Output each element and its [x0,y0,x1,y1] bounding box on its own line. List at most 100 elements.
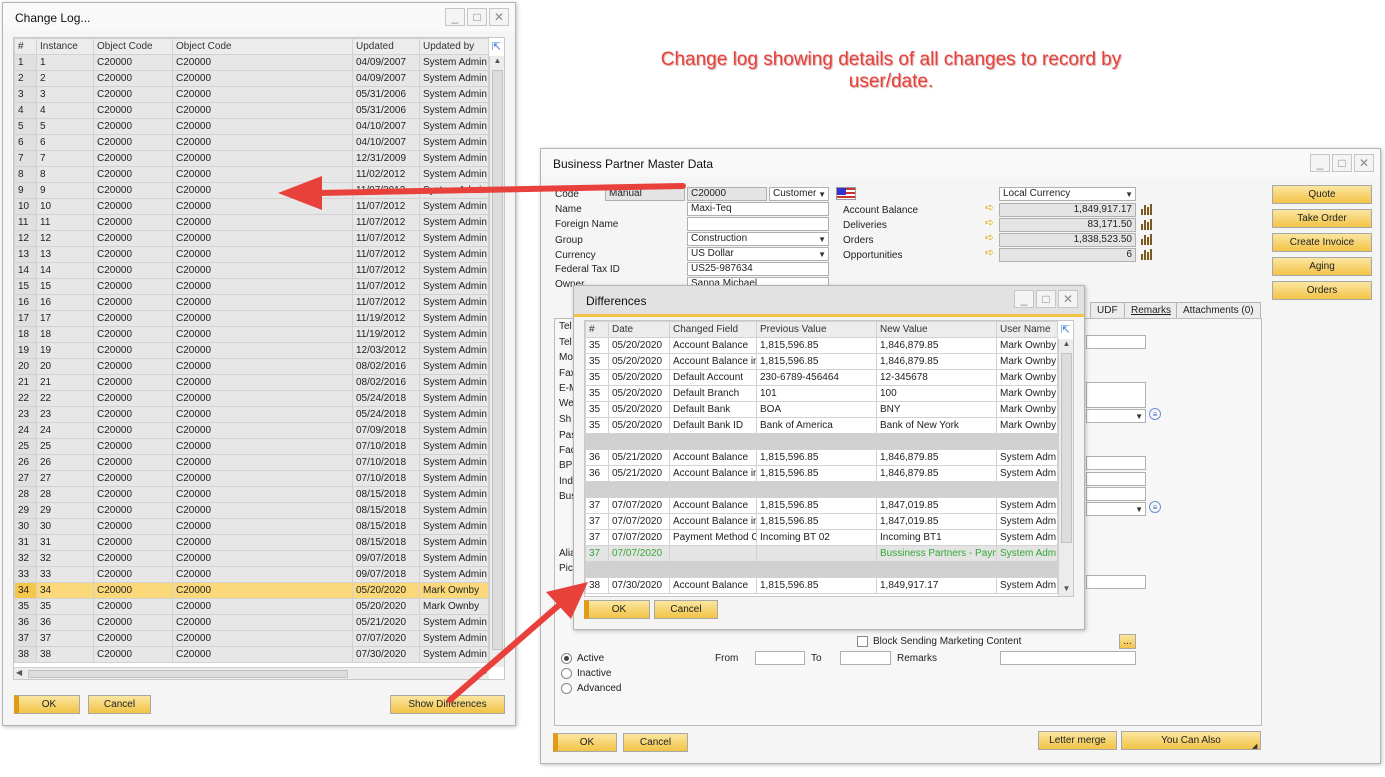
table-row[interactable]: 23 23 C20000 C20000 05/24/2018 System Admin [14,406,489,423]
close-icon[interactable]: ✕ [489,8,509,26]
name-field[interactable]: Maxi-Teq [687,202,829,216]
column-header[interactable]: Date [608,321,670,338]
chart-icon[interactable] [1141,249,1153,260]
table-row[interactable]: 27 27 C20000 C20000 07/10/2018 System Admin [14,470,489,487]
info-icon[interactable]: ≡ [1149,501,1161,513]
table-row[interactable]: 37 07/07/2020 Account Balance in 1,815,596.… [585,513,1058,530]
expand-grid-icon[interactable]: ⇱ [492,40,501,53]
change-log-hscroll[interactable]: ◀ ▶ [14,667,489,679]
minimize-icon[interactable]: _ [445,8,465,26]
column-header[interactable]: # [14,38,37,55]
column-header[interactable]: Updated [352,38,420,55]
table-row[interactable]: 37 07/07/2020 Payment Method C Incoming BT … [585,529,1058,546]
active-radio[interactable] [561,653,572,664]
table-row[interactable]: 17 17 C20000 C20000 11/19/2012 System Admin [14,310,489,327]
to-date-field[interactable] [840,651,891,665]
table-row[interactable]: 5 5 C20000 C20000 04/10/2007 System Admin [14,118,489,135]
maximize-icon[interactable]: □ [1036,290,1056,308]
table-row[interactable]: 9 9 C20000 C20000 11/07/2012 System Admin [14,182,489,199]
advanced-radio[interactable] [561,683,572,694]
column-header[interactable]: Changed Field [669,321,757,338]
differences-ok-button[interactable]: OK [584,600,650,619]
table-row[interactable]: 37 07/07/2020 Bussiness Partners - Payme Sy… [585,545,1058,562]
code-field[interactable]: C20000 [687,187,767,201]
column-header[interactable]: Object Code [93,38,173,55]
table-row[interactable]: 24 24 C20000 C20000 07/09/2018 System Admin [14,422,489,439]
table-row[interactable]: 33 33 C20000 C20000 09/07/2018 System Admin [14,566,489,583]
link-arrow-icon[interactable]: ➪ [985,216,994,229]
general-field[interactable] [1086,382,1146,408]
table-row[interactable]: 6 6 C20000 C20000 04/10/2007 System Admin [14,134,489,151]
table-row[interactable]: 35 05/20/2020 Default Branch 101 100 Mark Own… [585,385,1058,402]
aging-button[interactable]: Aging [1272,257,1372,276]
column-header[interactable]: Object Code [172,38,353,55]
you-can-also-button[interactable]: You Can Also [1121,731,1261,750]
expand-grid-icon[interactable]: ⇱ [1061,323,1070,336]
table-row[interactable]: 35 35 C20000 C20000 05/20/2020 Mark Ownby [14,598,489,615]
table-row[interactable]: 10 10 C20000 C20000 11/07/2012 System Admin [14,198,489,215]
inactive-radio[interactable] [561,668,572,679]
column-header[interactable]: Instance [36,38,94,55]
bp-cancel-button[interactable]: Cancel [623,733,688,752]
letter-merge-button[interactable]: Letter merge [1038,731,1117,750]
table-row[interactable]: 20 20 C20000 C20000 08/02/2016 System Admin [14,358,489,375]
general-select[interactable] [1086,502,1146,516]
table-row[interactable]: 36 05/21/2020 Account Balance 1,815,596.85 1… [585,449,1058,466]
maximize-icon[interactable]: □ [467,8,487,26]
group-select[interactable]: Construction [687,232,829,246]
chart-icon[interactable] [1141,204,1153,215]
table-row[interactable]: 8 8 C20000 C20000 11/02/2012 System Admin [14,166,489,183]
column-header[interactable]: Updated by [419,38,489,55]
table-row[interactable]: 18 18 C20000 C20000 11/19/2012 System Admin [14,326,489,343]
scroll-down-icon[interactable]: ▼ [1059,584,1073,596]
table-row[interactable]: 35 05/20/2020 Default Bank ID Bank of Ameri… [585,417,1058,434]
table-row[interactable]: 3 3 C20000 C20000 05/31/2006 System Admin [14,86,489,103]
table-row[interactable]: 29 29 C20000 C20000 08/15/2018 System Admin [14,502,489,519]
block-marketing-checkbox[interactable] [857,636,868,647]
minimize-icon[interactable]: _ [1014,290,1034,308]
bp-type-select[interactable]: Customer [769,187,829,201]
take-order-button[interactable]: Take Order [1272,209,1372,228]
scroll-down-icon[interactable]: ▼ [490,655,504,667]
table-row[interactable]: 22 22 C20000 C20000 05/24/2018 System Admin [14,390,489,407]
link-arrow-icon[interactable]: ➪ [985,231,994,244]
table-row[interactable]: 21 21 C20000 C20000 08/02/2016 System Admin [14,374,489,391]
table-row[interactable]: 16 16 C20000 C20000 11/07/2012 System Admin [14,294,489,311]
table-row[interactable]: 30 30 C20000 C20000 08/15/2018 System Admin [14,518,489,535]
table-row[interactable]: 32 32 C20000 C20000 09/07/2018 System Admin [14,550,489,567]
change-log-vscroll[interactable]: ▲ ▼ [489,56,504,667]
link-arrow-icon[interactable]: ➪ [985,246,994,259]
general-field[interactable] [1086,472,1146,486]
table-row[interactable]: 25 25 C20000 C20000 07/10/2018 System Admin [14,438,489,455]
table-row[interactable]: 31 31 C20000 C20000 08/15/2018 System Admin [14,534,489,551]
foreign-name-field[interactable] [687,217,829,231]
show-differences-button[interactable]: Show Differences [390,695,505,714]
ellipsis-button[interactable]: ... [1119,634,1136,649]
create-invoice-button[interactable]: Create Invoice [1272,233,1372,252]
table-row[interactable]: 12 12 C20000 C20000 11/07/2012 System Admin [14,230,489,247]
differences-cancel-button[interactable]: Cancel [654,600,718,619]
table-row[interactable]: 14 14 C20000 C20000 11/07/2012 System Admin [14,262,489,279]
info-icon[interactable]: ≡ [1149,408,1161,420]
change-log-ok-button[interactable]: OK [14,695,80,714]
quote-button[interactable]: Quote [1272,185,1372,204]
scroll-up-icon[interactable]: ▲ [490,56,504,68]
federal-tax-field[interactable]: US25-987634 [687,262,829,276]
close-icon[interactable]: ✕ [1058,290,1078,308]
table-row[interactable]: 35 05/20/2020 Account Balance in 1,815,596.… [585,353,1058,370]
column-header[interactable]: New Value [876,321,997,338]
bp-ok-button[interactable]: OK [553,733,617,752]
tab-attachments[interactable]: Attachments (0) [1176,302,1261,319]
local-currency-select[interactable]: Local Currency [999,187,1136,201]
general-field[interactable] [1086,487,1146,501]
general-field[interactable] [1086,456,1146,470]
table-row[interactable]: 38 38 C20000 C20000 07/30/2020 System Admin [14,646,489,663]
table-row[interactable]: 26 26 C20000 C20000 07/10/2018 System Admin [14,454,489,471]
table-row[interactable]: 11 11 C20000 C20000 11/07/2012 System Admin [14,214,489,231]
change-log-cancel-button[interactable]: Cancel [88,695,151,714]
table-row[interactable]: 35 05/20/2020 Account Balance 1,815,596.85 1… [585,337,1058,354]
column-header[interactable]: # [585,321,609,338]
general-field[interactable] [1086,575,1146,589]
orders-button[interactable]: Orders [1272,281,1372,300]
close-icon[interactable]: ✕ [1354,154,1374,172]
